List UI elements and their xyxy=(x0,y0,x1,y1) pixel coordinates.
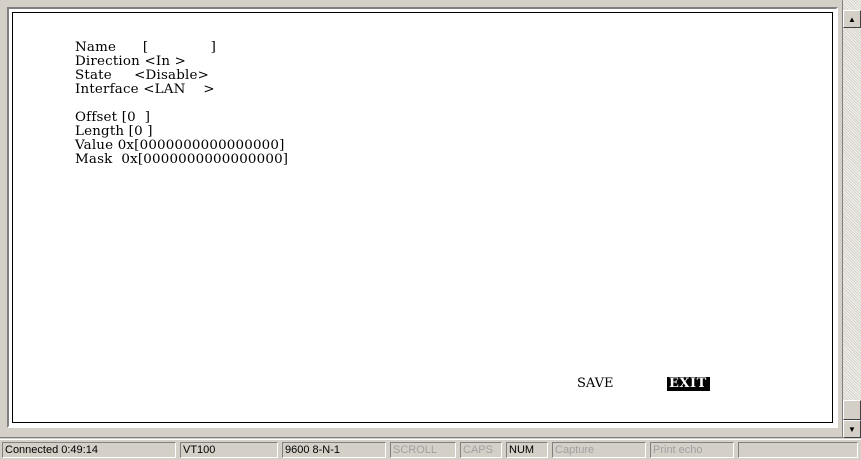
scroll-up-arrow-icon: ▲ xyxy=(848,14,856,24)
terminal-screen[interactable]: Name [ ] Direction <In > State <Disable>… xyxy=(7,7,838,428)
status-scroll: SCROLL xyxy=(390,442,456,458)
field-state[interactable]: State <Disable> xyxy=(75,69,209,83)
status-bar: Connected 0:49:14 VT100 9600 8-N-1 SCROL… xyxy=(0,439,861,460)
terminal-form-border: Name [ ] Direction <In > State <Disable>… xyxy=(12,12,833,423)
exit-command[interactable]: EXIT xyxy=(667,377,710,391)
field-length[interactable]: Length [0 ] xyxy=(75,125,153,139)
field-interface[interactable]: Interface <LAN > xyxy=(75,83,215,97)
scroll-down-arrow-icon: ▼ xyxy=(848,424,856,434)
field-name[interactable]: Name [ ] xyxy=(75,41,216,55)
status-empty-panel xyxy=(738,442,858,458)
scroll-up-button[interactable]: ▲ xyxy=(843,10,861,28)
terminal-window: Name [ ] Direction <In > State <Disable>… xyxy=(0,0,843,438)
field-direction[interactable]: Direction <In > xyxy=(75,55,186,69)
field-mask[interactable]: Mask 0x[0000000000000000] xyxy=(75,153,288,167)
status-emulation: VT100 xyxy=(180,442,278,458)
scroll-thumb[interactable] xyxy=(843,400,861,420)
status-port-settings: 9600 8-N-1 xyxy=(282,442,386,458)
save-command[interactable]: SAVE xyxy=(577,377,614,391)
status-num: NUM xyxy=(506,442,548,458)
status-capture: Capture xyxy=(552,442,646,458)
status-caps: CAPS xyxy=(460,442,502,458)
status-connected: Connected 0:49:14 xyxy=(2,442,176,458)
vertical-scrollbar[interactable]: ▲ ▼ xyxy=(843,0,861,438)
field-value[interactable]: Value 0x[0000000000000000] xyxy=(75,139,285,153)
scroll-down-button[interactable]: ▼ xyxy=(843,420,861,438)
field-offset[interactable]: Offset [0 ] xyxy=(75,111,150,125)
status-print-echo: Print echo xyxy=(650,442,734,458)
